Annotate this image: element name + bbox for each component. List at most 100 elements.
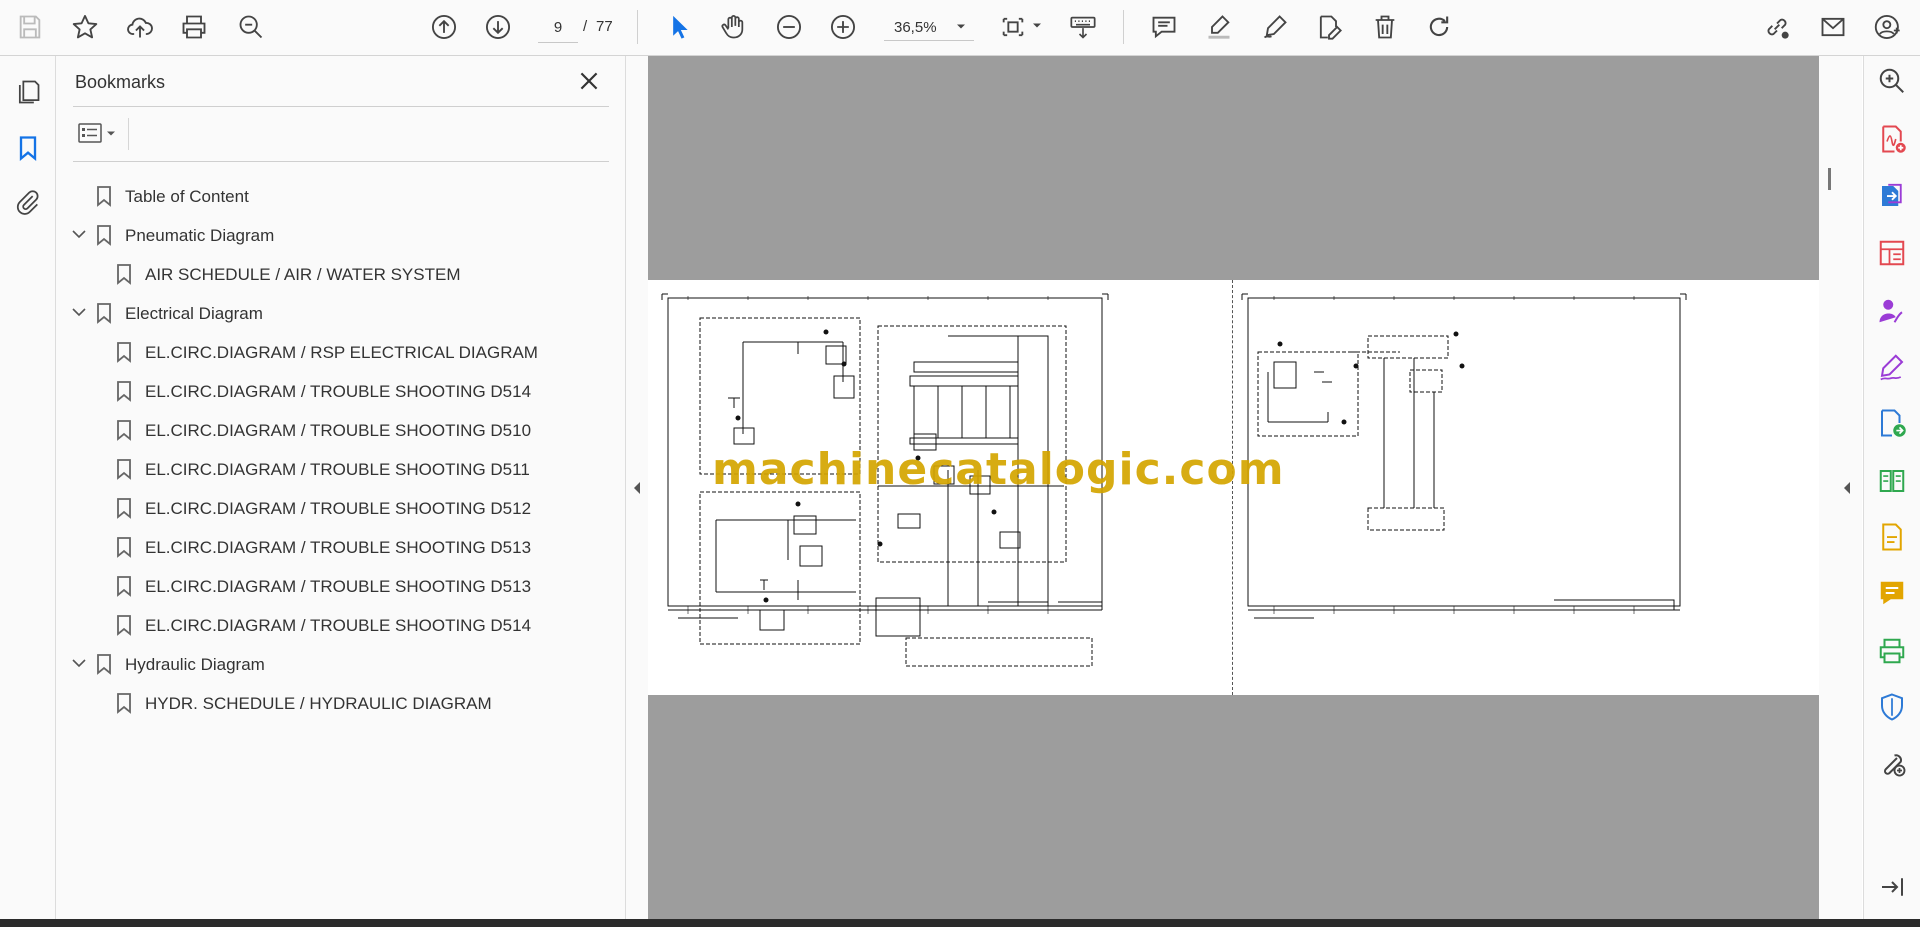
bookmark-item[interactable]: Table of Content bbox=[56, 180, 616, 210]
page-separator: / bbox=[583, 18, 588, 35]
bookmark-label: EL.CIRC.DIAGRAM / TROUBLE SHOOTING D514 bbox=[145, 382, 532, 401]
bookmark-label: EL.CIRC.DIAGRAM / RSP ELECTRICAL DIAGRAM bbox=[145, 343, 538, 362]
top-toolbar: / 77 36,5% bbox=[0, 0, 1920, 56]
bookmark-label: EL.CIRC.DIAGRAM / TROUBLE SHOOTING D510 bbox=[145, 421, 532, 440]
fit-page-icon[interactable] bbox=[994, 9, 1032, 45]
page-thumbnails-icon[interactable] bbox=[12, 76, 44, 108]
bookmark-options-button[interactable] bbox=[74, 118, 122, 148]
email-icon[interactable] bbox=[1814, 9, 1852, 45]
chevron-down-icon[interactable] bbox=[71, 656, 87, 670]
bookmark-label: EL.CIRC.DIAGRAM / TROUBLE SHOOTING D513 bbox=[145, 538, 532, 557]
comment-icon[interactable] bbox=[1877, 578, 1907, 608]
protect-icon[interactable] bbox=[1877, 692, 1907, 722]
organize-pages-icon[interactable] bbox=[1877, 238, 1907, 268]
collapse-left-icon[interactable] bbox=[631, 480, 643, 496]
zoom-in-icon[interactable] bbox=[824, 9, 862, 45]
print-production-icon[interactable] bbox=[1877, 636, 1907, 666]
attachment-icon[interactable] bbox=[12, 186, 44, 218]
fit-page-chevron-icon[interactable] bbox=[1032, 22, 1042, 30]
watermark-text: machinecatalogic.com bbox=[712, 444, 1285, 495]
bookmark-icon bbox=[117, 264, 131, 285]
bookmark-label: EL.CIRC.DIAGRAM / TROUBLE SHOOTING D514 bbox=[145, 616, 532, 635]
fill-sign-icon[interactable] bbox=[1877, 352, 1907, 382]
select-cursor-icon[interactable] bbox=[660, 9, 698, 45]
bookmark-icon bbox=[117, 459, 131, 480]
bookmark-item[interactable]: EL.CIRC.DIAGRAM / TROUBLE SHOOTING D512 bbox=[56, 492, 616, 522]
bookmark-item[interactable]: Hydraulic Diagram bbox=[56, 648, 616, 678]
bookmark-icon bbox=[117, 576, 131, 597]
compare-icon[interactable] bbox=[1877, 466, 1907, 496]
request-signature-icon[interactable] bbox=[1877, 296, 1907, 326]
rotate-icon[interactable] bbox=[1420, 9, 1458, 45]
print-icon[interactable] bbox=[175, 9, 213, 45]
bookmark-item[interactable]: Electrical Diagram bbox=[56, 297, 616, 327]
document-viewport[interactable]: machinecatalogic.com bbox=[648, 56, 1819, 919]
scrollbar-thumb[interactable] bbox=[1828, 168, 1831, 190]
bookmark-item[interactable]: EL.CIRC.DIAGRAM / TROUBLE SHOOTING D510 bbox=[56, 414, 616, 444]
zoom-out-icon[interactable] bbox=[770, 9, 808, 45]
pdf-page-spread: machinecatalogic.com bbox=[648, 280, 1819, 695]
taskbar-edge bbox=[0, 919, 1920, 927]
bookmark-panel-icon[interactable] bbox=[12, 132, 44, 164]
bookmark-icon bbox=[117, 693, 131, 714]
bookmark-label: EL.CIRC.DIAGRAM / TROUBLE SHOOTING D512 bbox=[145, 499, 532, 518]
send-for-review-icon[interactable] bbox=[1877, 408, 1907, 438]
bookmark-label: AIR SCHEDULE / AIR / WATER SYSTEM bbox=[145, 265, 461, 284]
more-tools-icon[interactable] bbox=[1877, 748, 1907, 778]
bookmark-icon bbox=[117, 381, 131, 402]
search-zoom-icon[interactable] bbox=[1877, 66, 1907, 96]
share-link-icon[interactable] bbox=[1758, 9, 1796, 45]
page-up-icon[interactable] bbox=[425, 9, 463, 45]
page-down-icon[interactable] bbox=[479, 9, 517, 45]
bookmark-item[interactable]: EL.CIRC.DIAGRAM / RSP ELECTRICAL DIAGRAM bbox=[56, 336, 616, 366]
collapse-right-icon[interactable] bbox=[1841, 480, 1853, 496]
comment-icon[interactable] bbox=[1145, 9, 1183, 45]
bookmark-label: HYDR. SCHEDULE / HYDRAULIC DIAGRAM bbox=[145, 694, 492, 713]
bookmark-item[interactable]: EL.CIRC.DIAGRAM / TROUBLE SHOOTING D514 bbox=[56, 609, 616, 639]
keyboard-scroll-icon[interactable] bbox=[1064, 9, 1102, 45]
chevron-down-icon[interactable] bbox=[71, 227, 87, 241]
bookmark-icon bbox=[117, 342, 131, 363]
bookmark-item[interactable]: HYDR. SCHEDULE / HYDRAULIC DIAGRAM bbox=[56, 687, 616, 717]
bookmark-item[interactable]: EL.CIRC.DIAGRAM / TROUBLE SHOOTING D513 bbox=[56, 531, 616, 561]
chevron-down-icon[interactable] bbox=[71, 305, 87, 319]
upload-icon[interactable] bbox=[121, 9, 159, 45]
star-icon[interactable] bbox=[66, 9, 104, 45]
edit-pdf-icon[interactable] bbox=[1310, 9, 1348, 45]
toolbar-divider bbox=[1123, 10, 1124, 44]
bookmark-icon bbox=[117, 498, 131, 519]
sign-pen-icon[interactable] bbox=[1256, 9, 1294, 45]
zoom-search-icon[interactable] bbox=[232, 9, 270, 45]
list-options-icon bbox=[78, 123, 102, 143]
hand-icon[interactable] bbox=[714, 9, 752, 45]
divider bbox=[128, 118, 129, 150]
highlight-icon[interactable] bbox=[1200, 9, 1238, 45]
bookmark-item[interactable]: EL.CIRC.DIAGRAM / TROUBLE SHOOTING D513 bbox=[56, 570, 616, 600]
zoom-dropdown[interactable]: 36,5% bbox=[884, 12, 974, 41]
bookmark-icon bbox=[97, 654, 111, 675]
save-icon[interactable] bbox=[11, 9, 49, 45]
delete-icon[interactable] bbox=[1366, 9, 1404, 45]
divider bbox=[73, 161, 609, 162]
bookmark-item[interactable]: EL.CIRC.DIAGRAM / TROUBLE SHOOTING D511 bbox=[56, 453, 616, 483]
chevron-down-icon bbox=[107, 131, 115, 136]
bookmark-label: EL.CIRC.DIAGRAM / TROUBLE SHOOTING D511 bbox=[145, 460, 530, 479]
vertical-scrollbar[interactable] bbox=[1826, 56, 1836, 919]
bookmark-icon bbox=[117, 537, 131, 558]
pneumatic-schematic-page-right bbox=[1241, 293, 1687, 619]
panel-title: Bookmarks bbox=[75, 72, 166, 92]
page-number-input[interactable] bbox=[538, 12, 578, 43]
bookmark-label: Pneumatic Diagram bbox=[125, 226, 275, 245]
edit-document-icon[interactable] bbox=[1877, 522, 1907, 552]
create-pdf-icon[interactable] bbox=[1877, 124, 1907, 154]
account-icon[interactable] bbox=[1869, 9, 1907, 45]
bookmark-item[interactable]: EL.CIRC.DIAGRAM / TROUBLE SHOOTING D514 bbox=[56, 375, 616, 405]
left-panel-gutter bbox=[626, 56, 648, 919]
export-pdf-icon[interactable] bbox=[1877, 181, 1907, 211]
bookmark-item[interactable]: AIR SCHEDULE / AIR / WATER SYSTEM bbox=[56, 258, 616, 288]
collapse-panel-icon[interactable] bbox=[1877, 872, 1907, 902]
tools-rail bbox=[1863, 56, 1920, 919]
bookmark-icon bbox=[97, 225, 111, 246]
close-icon[interactable] bbox=[576, 68, 602, 94]
bookmark-item[interactable]: Pneumatic Diagram bbox=[56, 219, 616, 249]
